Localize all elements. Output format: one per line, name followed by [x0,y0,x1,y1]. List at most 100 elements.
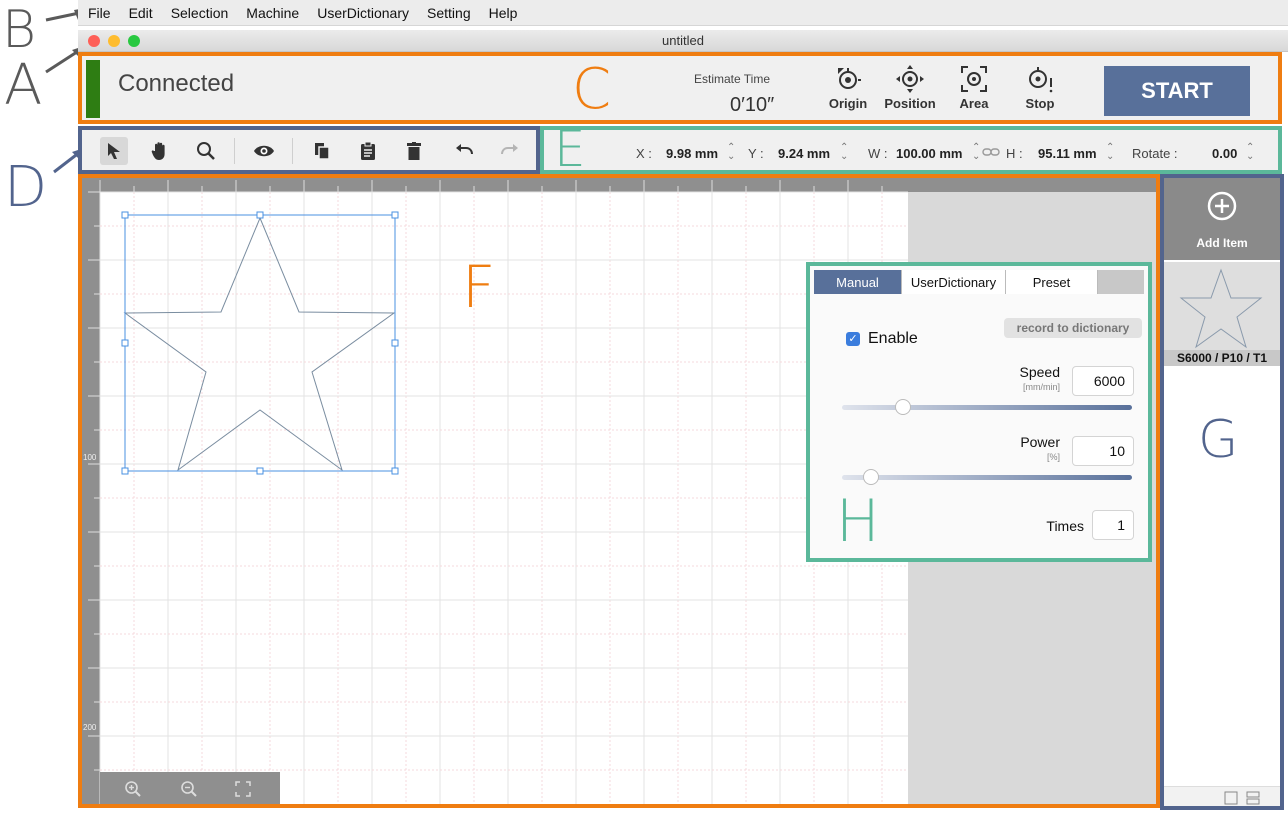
h-field[interactable]: 95.11 mm [1038,146,1097,161]
item-thumbnail [1179,268,1263,349]
x-stepper[interactable]: ⌃ ⌄ [727,143,735,162]
position-button[interactable]: Position [878,64,942,120]
hand-tool-button[interactable] [146,137,174,165]
redo-button[interactable] [496,137,524,165]
speed-input[interactable]: 6000 [1072,366,1134,396]
stop-button[interactable]: Stop [1008,64,1072,120]
power-slider[interactable] [842,475,1132,480]
menu-file[interactable]: File [88,5,111,21]
origin-label: Origin [828,96,868,111]
link-aspect-icon[interactable] [982,146,1000,158]
zoom-in-icon[interactable] [124,780,142,798]
magnifier-icon [197,142,215,160]
menu-edit[interactable]: Edit [129,5,153,21]
w-stepper[interactable]: ⌃ ⌄ [972,143,980,162]
power-slider-thumb[interactable] [863,469,879,485]
rotate-field[interactable]: 0.00 [1212,146,1237,161]
start-button[interactable]: START [1104,66,1250,116]
times-label: Times [1046,518,1084,534]
list-view-icon[interactable] [1246,791,1260,805]
h-stepper[interactable]: ⌃ ⌄ [1106,143,1114,162]
zoom-controls [100,772,280,804]
view-toggle-bar [1164,786,1280,806]
w-label: W : [868,146,888,161]
estimate-time-label: Estimate Time [694,72,771,86]
connection-indicator [86,60,100,118]
undo-icon [456,144,473,155]
properties-bar: E X : 9.98 mm ⌃ ⌄ Y : 9.24 mm ⌃ ⌄ W : 100.… [540,120,1282,178]
stop-label: Stop [1025,96,1055,111]
rotate-stepper[interactable]: ⌃ ⌄ [1246,143,1254,162]
speed-slider[interactable] [842,405,1132,410]
power-unit: [%] [1046,452,1060,462]
toolbar-divider [234,138,235,164]
star-shape [123,216,396,472]
x-label: X : [636,146,652,161]
record-to-dictionary-button[interactable]: record to dictionary [1004,318,1142,338]
ruler-mark-200: 200 [83,723,97,732]
w-field[interactable]: 100.00 mm [896,146,963,161]
preview-button[interactable] [250,137,278,165]
item-card[interactable] [1164,262,1280,362]
copy-icon [315,143,330,160]
redo-icon [501,144,518,155]
enable-label: Enable [868,330,918,347]
select-tool-button[interactable] [100,137,128,165]
selection-handles [121,211,399,475]
grid-view-icon[interactable] [1224,791,1238,805]
undo-button[interactable] [450,137,478,165]
selection-handle [256,211,264,219]
selection-handle [391,339,399,347]
enable-checkbox[interactable]: ✓ [846,332,860,346]
menu-machine[interactable]: Machine [246,5,299,21]
selection-handle [121,339,129,347]
menu-help[interactable]: Help [489,5,518,21]
copy-button[interactable] [308,137,336,165]
menu-setting[interactable]: Setting [427,5,471,21]
fit-screen-icon[interactable] [234,780,252,798]
times-input[interactable]: 1 [1092,510,1134,540]
y-field[interactable]: 9.24 mm [778,146,830,161]
hand-icon [151,142,165,160]
x-field[interactable]: 9.98 mm [666,146,718,161]
area-label: Area [959,96,989,111]
zoom-out-icon[interactable] [180,780,198,798]
power-label: Power [1020,434,1060,450]
selection-handle [391,467,399,475]
stop-icon [1029,67,1053,93]
origin-button[interactable]: Origin [816,64,880,120]
tab-userdictionary[interactable]: UserDictionary [902,270,1006,294]
tab-manual[interactable]: Manual [814,270,902,294]
zoom-tool-button[interactable] [192,137,220,165]
item-list-panel: Add Item S6000 / P10 / T1 G [1160,174,1284,810]
laser-settings-panel: Manual UserDictionary Preset record to d… [806,262,1152,562]
estimate-time-value: 0′10″ [730,94,775,116]
item-settings-label: S6000 / P10 / T1 [1164,350,1280,366]
connection-status: Connected [118,70,235,97]
add-item-button[interactable]: Add Item [1164,178,1280,260]
window-title: untitled [662,33,704,48]
area-button[interactable]: Area [942,64,1006,120]
annotation-f: F [462,253,496,321]
paste-button[interactable] [354,137,382,165]
annotation-c: C [572,57,612,122]
selection-handle [256,467,264,475]
annotation-e: E [554,120,586,178]
eye-icon [254,145,274,157]
grid-lines [99,191,908,804]
menu-selection[interactable]: Selection [171,5,229,21]
menu-userdictionary[interactable]: UserDictionary [317,5,409,21]
tab-preset[interactable]: Preset [1006,270,1098,294]
plus-circle-icon [1207,191,1237,221]
origin-icon [838,68,861,89]
annotation-g: G [1198,410,1239,470]
rotate-label: Rotate : [1132,146,1178,161]
power-input[interactable]: 10 [1072,436,1134,466]
position-label: Position [884,96,936,111]
y-stepper[interactable]: ⌃ ⌄ [840,143,848,162]
area-icon [961,66,987,92]
settings-tabs: Manual UserDictionary Preset [814,270,1144,294]
edit-toolbar [78,126,540,174]
delete-button[interactable] [400,137,428,165]
speed-slider-thumb[interactable] [894,399,911,415]
